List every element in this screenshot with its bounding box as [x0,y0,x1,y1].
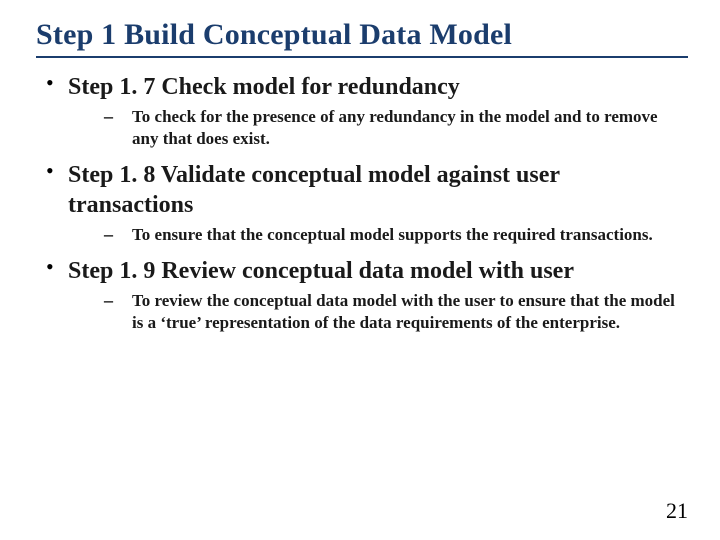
step-detail: To review the conceptual data model with… [132,290,688,334]
list-item: Step 1. 8 Validate conceptual model agai… [44,160,688,246]
sub-list: To ensure that the conceptual model supp… [68,224,688,246]
bullet-list: Step 1. 7 Check model for redundancy To … [36,72,688,334]
step-detail: To ensure that the conceptual model supp… [132,224,688,246]
step-heading: Step 1. 9 Review conceptual data model w… [68,256,688,286]
step-detail: To check for the presence of any redunda… [132,106,688,150]
list-item: Step 1. 7 Check model for redundancy To … [44,72,688,150]
sub-list: To check for the presence of any redunda… [68,106,688,150]
page-number: 21 [666,498,688,524]
step-heading: Step 1. 7 Check model for redundancy [68,72,688,102]
list-item: Step 1. 9 Review conceptual data model w… [44,256,688,334]
slide-title: Step 1 Build Conceptual Data Model [36,18,688,58]
sub-list-item: To ensure that the conceptual model supp… [104,224,688,246]
sub-list-item: To review the conceptual data model with… [104,290,688,334]
step-heading: Step 1. 8 Validate conceptual model agai… [68,160,688,220]
slide: Step 1 Build Conceptual Data Model Step … [0,0,720,540]
sub-list: To review the conceptual data model with… [68,290,688,334]
sub-list-item: To check for the presence of any redunda… [104,106,688,150]
